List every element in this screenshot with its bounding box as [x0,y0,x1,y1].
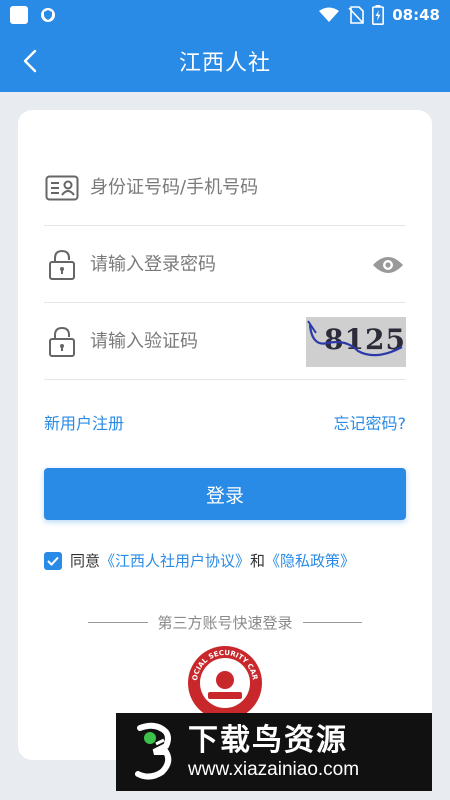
login-card: 8125 新用户注册 忘记密码? 登录 同意 《江西人社用户协议》 和 《隐私政… [18,110,432,760]
id-input[interactable] [90,177,406,198]
watermark-title: 下载鸟资源 [188,722,348,758]
id-card-icon [44,170,80,206]
captcha-input[interactable] [90,331,306,352]
status-bar: 08:48 [0,0,450,30]
third-party-divider: 第三方账号快速登录 [88,612,363,633]
divider-line [302,622,363,623]
agreement-checkbox[interactable] [44,551,62,570]
back-button[interactable] [14,45,46,77]
no-sim-icon [348,6,365,24]
social-security-card-login-icon[interactable]: SOCIAL SECURITY CARD [186,644,264,722]
login-button[interactable]: 登录 [44,468,406,520]
id-field-row [44,150,406,226]
agreement-row: 同意 《江西人社用户协议》 和 《隐私政策》 [44,550,414,571]
bird-logo-icon [135,722,172,780]
app-header: 江西人社 [0,30,450,92]
agreement-and: 和 [250,552,266,570]
agreement-prefix: 同意 [70,552,101,570]
toggle-password-visibility[interactable] [370,250,406,280]
forgot-password-link[interactable]: 忘记密码? [334,410,407,434]
password-input[interactable] [90,254,370,275]
wifi-icon [319,7,340,22]
eye-icon [373,256,403,273]
notification-app-icon [10,6,28,24]
third-party-title: 第三方账号快速登录 [157,614,293,632]
privacy-policy-link[interactable]: 《隐私政策》 [265,550,355,571]
password-field-row [44,227,406,303]
register-link[interactable]: 新用户注册 [44,410,124,434]
shield-icon [41,8,55,22]
captcha-field-row: 8125 [44,304,406,380]
watermark-banner: 下载鸟资源 www.xiazainiao.com [116,713,432,791]
checkmark-icon [47,556,59,566]
battery-charging-icon [372,5,385,25]
lock-icon [44,247,80,283]
auth-links: 新用户注册 忘记密码? [44,410,406,434]
captcha-noise [307,319,403,356]
user-agreement-link[interactable]: 《江西人社用户协议》 [100,550,250,571]
chevron-left-icon [23,49,37,73]
watermark-url: www.xiazainiao.com [188,758,360,780]
page-title: 江西人社 [178,51,271,76]
lock-icon [44,324,80,360]
captcha-image[interactable]: 8125 [306,316,406,367]
divider-line [88,622,148,623]
status-time: 08:48 [392,6,440,24]
